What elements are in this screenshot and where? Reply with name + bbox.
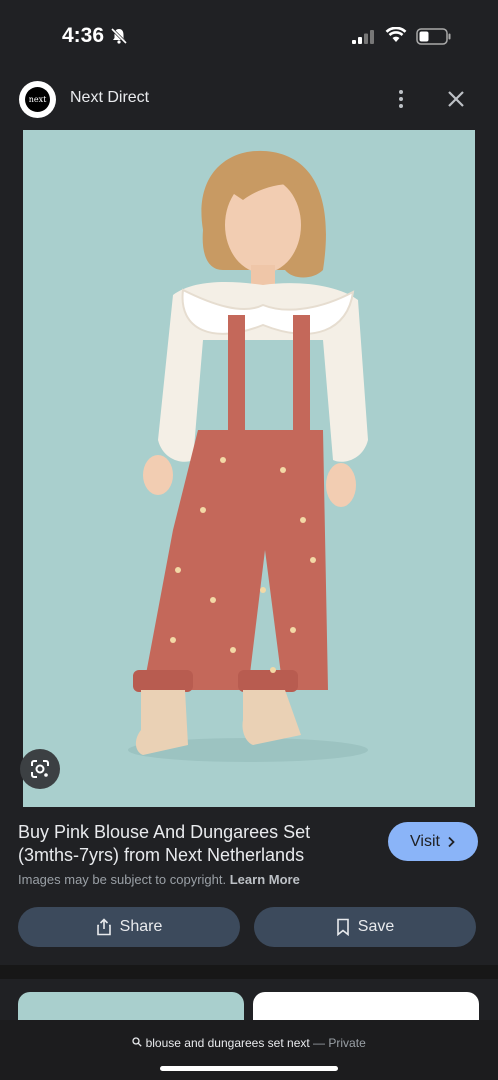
share-icon xyxy=(96,918,111,936)
save-button[interactable]: Save xyxy=(254,907,476,947)
wifi-icon xyxy=(385,27,407,42)
logo-text: next xyxy=(25,87,50,112)
more-vert-icon[interactable] xyxy=(390,88,412,110)
url-separator: — xyxy=(313,1036,326,1050)
copyright-notice: Images may be subject to copyright. Lear… xyxy=(18,872,300,887)
visit-button[interactable]: Visit xyxy=(388,822,478,861)
silent-bell-icon xyxy=(110,27,128,45)
cellular-signal-icon xyxy=(352,30,374,44)
search-icon xyxy=(132,1037,142,1047)
site-name[interactable]: Next Direct xyxy=(70,89,149,107)
home-indicator[interactable] xyxy=(160,1066,338,1071)
product-image[interactable] xyxy=(23,130,475,807)
battery-icon xyxy=(416,28,451,45)
bookmark-icon xyxy=(336,918,349,936)
visit-label: Visit xyxy=(410,832,440,850)
close-icon[interactable] xyxy=(444,87,468,111)
clock: 4:36 xyxy=(62,24,105,47)
copyright-text: Images may be subject to copyright. xyxy=(18,872,227,887)
result-info-panel: Buy Pink Blouse And Dungarees Set (3mths… xyxy=(0,807,498,965)
site-header: next Next Direct xyxy=(0,68,498,130)
chevron-right-icon xyxy=(448,836,455,847)
site-logo[interactable]: next xyxy=(19,81,56,118)
save-label: Save xyxy=(357,918,395,935)
browser-url-bar[interactable]: blouse and dungarees set next — Private xyxy=(0,1020,498,1080)
child-in-dungarees-illustration xyxy=(23,130,475,807)
search-query: blouse and dungarees set next xyxy=(145,1036,310,1050)
learn-more-link[interactable]: Learn More xyxy=(230,872,300,887)
lens-button[interactable] xyxy=(20,749,60,789)
result-title[interactable]: Buy Pink Blouse And Dungarees Set (3mths… xyxy=(18,821,358,867)
google-lens-icon xyxy=(31,760,49,778)
share-button[interactable]: Share xyxy=(18,907,240,947)
status-bar: 4:36 xyxy=(0,0,498,68)
section-divider xyxy=(0,965,498,979)
share-label: Share xyxy=(119,918,163,935)
url-text[interactable]: blouse and dungarees set next — Private xyxy=(0,1036,498,1050)
private-mode-label: Private xyxy=(328,1036,366,1050)
